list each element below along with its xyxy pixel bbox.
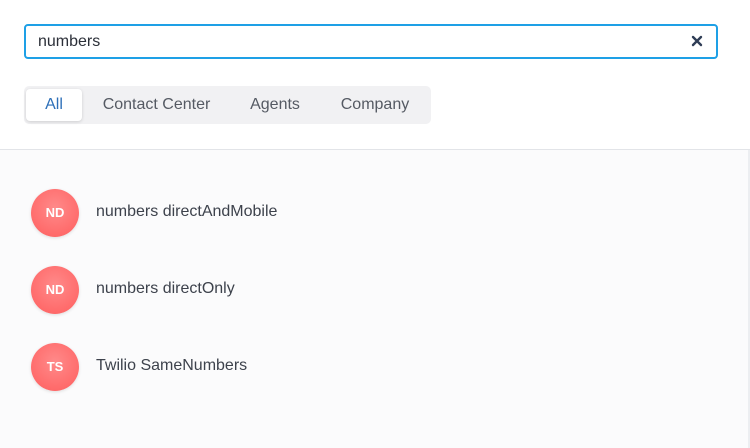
result-name: numbers directAndMobile: [96, 203, 278, 220]
search-input[interactable]: [38, 26, 678, 57]
filter-tabs: All Contact Center Agents Company: [24, 86, 431, 124]
search-header: All Contact Center Agents Company: [0, 0, 750, 150]
tab-contact-center[interactable]: Contact Center: [90, 89, 223, 121]
avatar: ND: [31, 266, 79, 314]
tab-company[interactable]: Company: [328, 89, 422, 121]
search-field[interactable]: [24, 24, 718, 59]
avatar: ND: [31, 189, 79, 237]
list-item[interactable]: ND numbers directAndMobile: [0, 181, 748, 245]
results-list: ND numbers directAndMobile ND numbers di…: [0, 150, 750, 448]
avatar: TS: [31, 343, 79, 391]
list-item[interactable]: TS Twilio SameNumbers: [0, 335, 748, 399]
list-item[interactable]: ND numbers directOnly: [0, 258, 748, 322]
result-name: Twilio SameNumbers: [96, 357, 248, 374]
tab-agents[interactable]: Agents: [234, 89, 316, 121]
result-name: numbers directOnly: [96, 280, 235, 297]
tab-all[interactable]: All: [26, 89, 82, 121]
close-icon[interactable]: [690, 34, 704, 48]
